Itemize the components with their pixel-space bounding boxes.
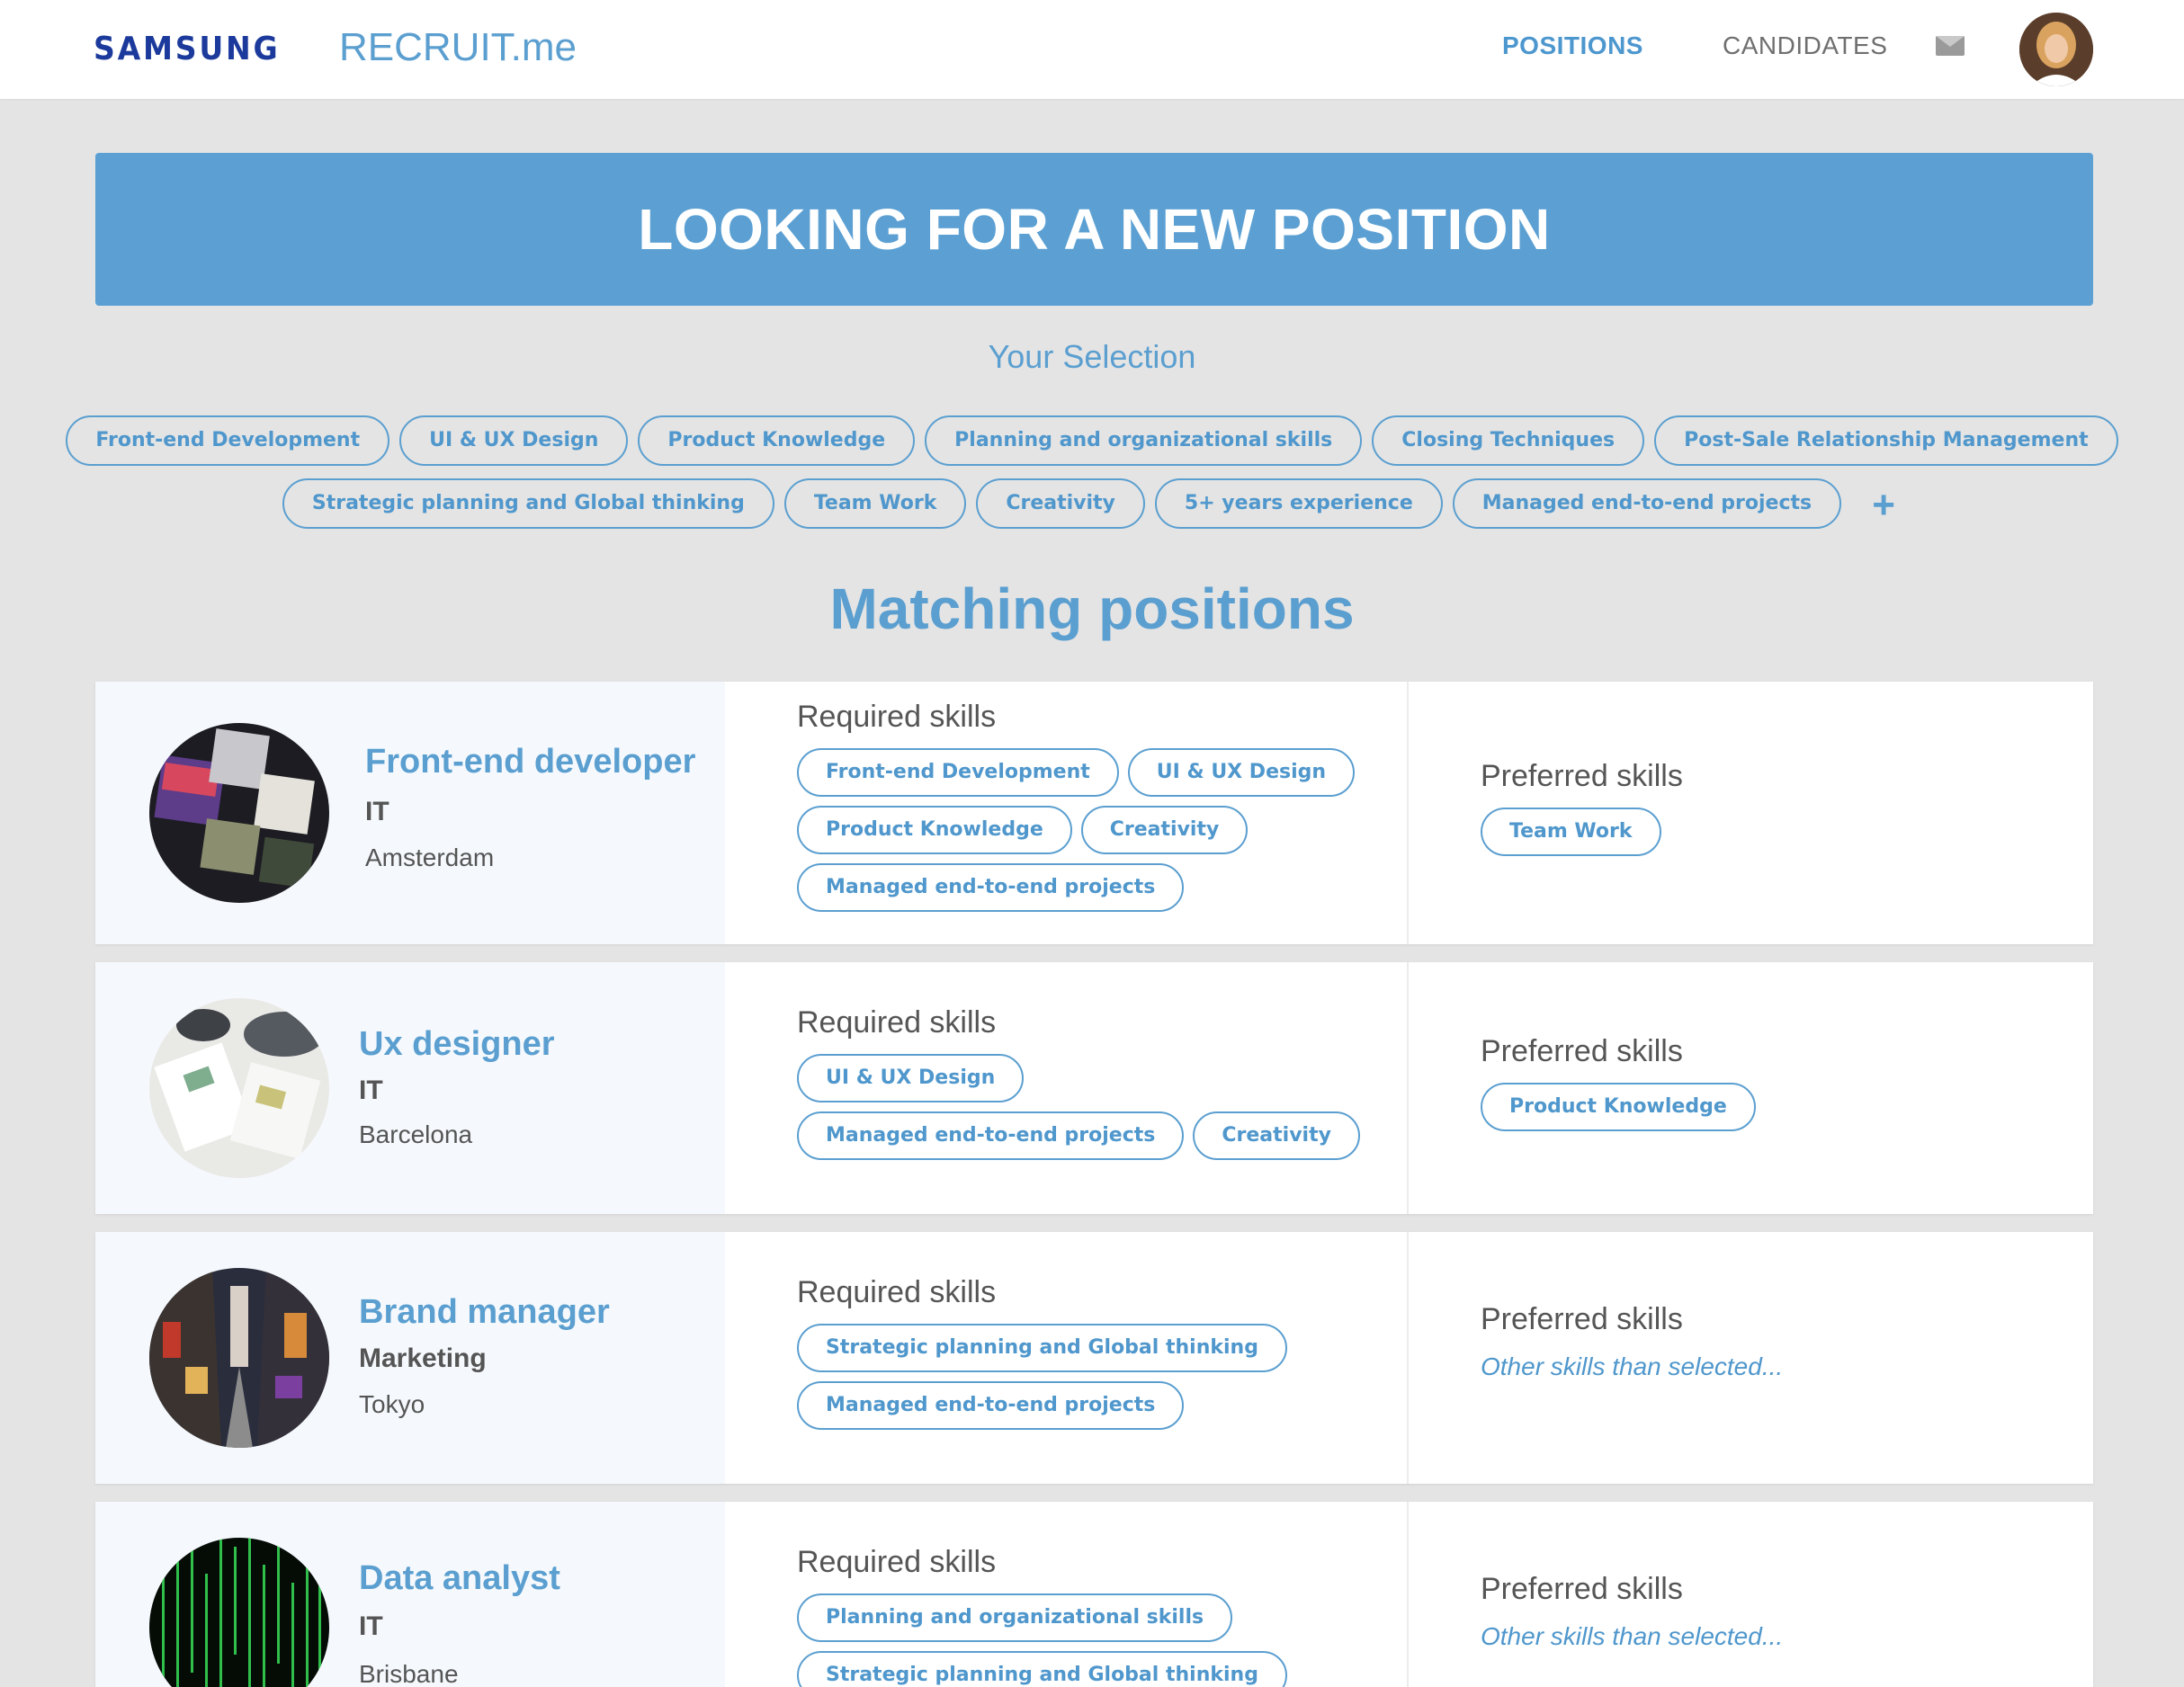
position-title[interactable]: Front-end developer	[365, 743, 695, 781]
nav-positions-link[interactable]: POSITIONS	[1502, 31, 1643, 60]
required-skill-pill[interactable]: Planning and organizational skills	[797, 1593, 1233, 1642]
position-info: Front-end developer IT Amsterdam	[95, 682, 725, 944]
preferred-skills-list: Team Work	[1481, 808, 2074, 856]
hero-banner: LOOKING FOR A NEW POSITION	[95, 153, 2093, 306]
selected-skill-pill[interactable]: Managed end-to-end projects	[1452, 478, 1842, 529]
envelope-icon[interactable]	[1936, 36, 1965, 56]
position-image	[149, 1538, 329, 1687]
required-skills-section: Required skills UI & UX Design Managed e…	[725, 962, 1409, 1214]
required-skill-pill[interactable]: Strategic planning and Global thinking	[797, 1324, 1287, 1372]
nav-candidates-link[interactable]: CANDIDATES	[1723, 31, 1887, 60]
required-skill-pill[interactable]: Product Knowledge	[797, 806, 1072, 854]
top-navbar: SAMSUNG RECRUIT.me POSITIONS CANDIDATES	[0, 0, 2184, 99]
required-skills-section: Required skills Planning and organizatio…	[725, 1502, 1409, 1687]
position-department: Marketing	[359, 1343, 487, 1373]
required-skill-pill[interactable]: Creativity	[1080, 806, 1249, 854]
selected-skill-pill[interactable]: Post-Sale Relationship Management	[1654, 415, 2118, 466]
required-skills-section: Required skills Strategic planning and G…	[725, 1232, 1409, 1484]
selected-skill-pill[interactable]: UI & UX Design	[399, 415, 629, 466]
position-city: Tokyo	[359, 1390, 425, 1418]
matching-positions-title: Matching positions	[829, 576, 1355, 641]
position-image	[149, 1268, 329, 1448]
position-card[interactable]: Data analyst IT Brisbane Required skills…	[95, 1502, 2093, 1687]
required-skills-label: Required skills	[797, 1545, 997, 1579]
position-image	[149, 998, 329, 1178]
position-title[interactable]: Data analyst	[359, 1559, 560, 1598]
position-department: IT	[365, 797, 389, 826]
preferred-skills-section: Preferred skills Other skills than selec…	[1409, 1232, 2093, 1484]
required-skills-label: Required skills	[797, 1005, 997, 1040]
user-avatar[interactable]	[2019, 13, 2093, 86]
selection-row-1: Front-end Development UI & UX Design Pro…	[0, 415, 2184, 466]
avatar-portrait	[2019, 13, 2093, 86]
preferred-skills-section: Preferred skills Team Work	[1409, 682, 2093, 944]
position-department: IT	[359, 1076, 383, 1105]
position-title[interactable]: Brand manager	[359, 1293, 610, 1332]
required-skill-pill[interactable]: UI & UX Design	[797, 1054, 1025, 1102]
position-city: Barcelona	[359, 1120, 473, 1148]
preferred-skills-section: Preferred skills Product Knowledge	[1409, 962, 2093, 1214]
required-skills-list: UI & UX Design Managed end-to-end projec…	[797, 1054, 1391, 1160]
selected-skill-pill[interactable]: Strategic planning and Global thinking	[282, 478, 774, 529]
selected-skill-pill[interactable]: 5+ years experience	[1154, 478, 1443, 529]
position-info: Ux designer IT Barcelona	[95, 962, 725, 1214]
required-skills-section: Required skills Front-end Development UI…	[725, 682, 1409, 944]
selected-skill-pill[interactable]: Creativity	[976, 478, 1145, 529]
app-name: RECRUIT.me	[339, 25, 577, 69]
preferred-skills-section: Preferred skills Other skills than selec…	[1409, 1502, 2093, 1687]
position-info: Brand manager Marketing Tokyo	[95, 1232, 725, 1484]
position-department: IT	[359, 1611, 383, 1641]
selected-skill-pill[interactable]: Planning and organizational skills	[925, 415, 1363, 466]
selected-skill-pill[interactable]: Team Work	[783, 478, 967, 529]
selected-skill-pill[interactable]: Closing Techniques	[1372, 415, 1645, 466]
preferred-skills-label: Preferred skills	[1481, 759, 1683, 793]
required-skill-pill[interactable]: Managed end-to-end projects	[797, 1381, 1185, 1430]
selection-title: Your Selection	[988, 338, 1196, 375]
selected-skill-pill[interactable]: Product Knowledge	[638, 415, 916, 466]
selection-row-2: Strategic planning and Global thinking T…	[0, 478, 2184, 529]
required-skill-pill[interactable]: UI & UX Design	[1127, 748, 1356, 797]
add-skill-plus-icon[interactable]: +	[1866, 478, 1902, 529]
preferred-skills-label: Preferred skills	[1481, 1302, 1683, 1336]
required-skills-label: Required skills	[797, 700, 997, 734]
required-skills-list: Front-end Development UI & UX Design Pro…	[797, 748, 1391, 912]
position-card[interactable]: Ux designer IT Barcelona Required skills…	[95, 962, 2093, 1214]
position-info: Data analyst IT Brisbane	[95, 1502, 725, 1687]
required-skills-label: Required skills	[797, 1275, 997, 1309]
position-title[interactable]: Ux designer	[359, 1025, 555, 1064]
photo-collage-image	[149, 723, 329, 903]
position-card[interactable]: Front-end developer IT Amsterdam Require…	[95, 682, 2093, 944]
preferred-skill-pill[interactable]: Team Work	[1481, 808, 1661, 856]
position-card[interactable]: Brand manager Marketing Tokyo Required s…	[95, 1232, 2093, 1484]
required-skills-list: Planning and organizational skills Strat…	[797, 1593, 1391, 1687]
city-street-image	[149, 1268, 329, 1448]
required-skill-pill[interactable]: Strategic planning and Global thinking	[797, 1651, 1287, 1687]
samsung-logo: SAMSUNG	[94, 31, 281, 67]
position-city: Amsterdam	[365, 844, 495, 871]
required-skill-pill[interactable]: Front-end Development	[797, 748, 1119, 797]
other-skills-placeholder[interactable]: Other skills than selected...	[1481, 1622, 1783, 1651]
required-skill-pill[interactable]: Creativity	[1193, 1111, 1360, 1160]
required-skill-pill[interactable]: Managed end-to-end projects	[797, 1111, 1185, 1160]
other-skills-placeholder[interactable]: Other skills than selected...	[1481, 1352, 1783, 1381]
design-desk-image	[149, 998, 329, 1178]
position-image	[149, 723, 329, 903]
hero-title: LOOKING FOR A NEW POSITION	[638, 197, 1551, 262]
required-skill-pill[interactable]: Managed end-to-end projects	[797, 863, 1185, 912]
preferred-skill-pill[interactable]: Product Knowledge	[1481, 1083, 1756, 1131]
position-city: Brisbane	[359, 1660, 459, 1687]
preferred-skills-list: Product Knowledge	[1481, 1083, 2074, 1131]
required-skills-list: Strategic planning and Global thinking M…	[797, 1324, 1391, 1430]
preferred-skills-label: Preferred skills	[1481, 1034, 1683, 1068]
matrix-code-image	[149, 1538, 329, 1687]
preferred-skills-label: Preferred skills	[1481, 1572, 1683, 1606]
selected-skill-pill[interactable]: Front-end Development	[66, 415, 390, 466]
